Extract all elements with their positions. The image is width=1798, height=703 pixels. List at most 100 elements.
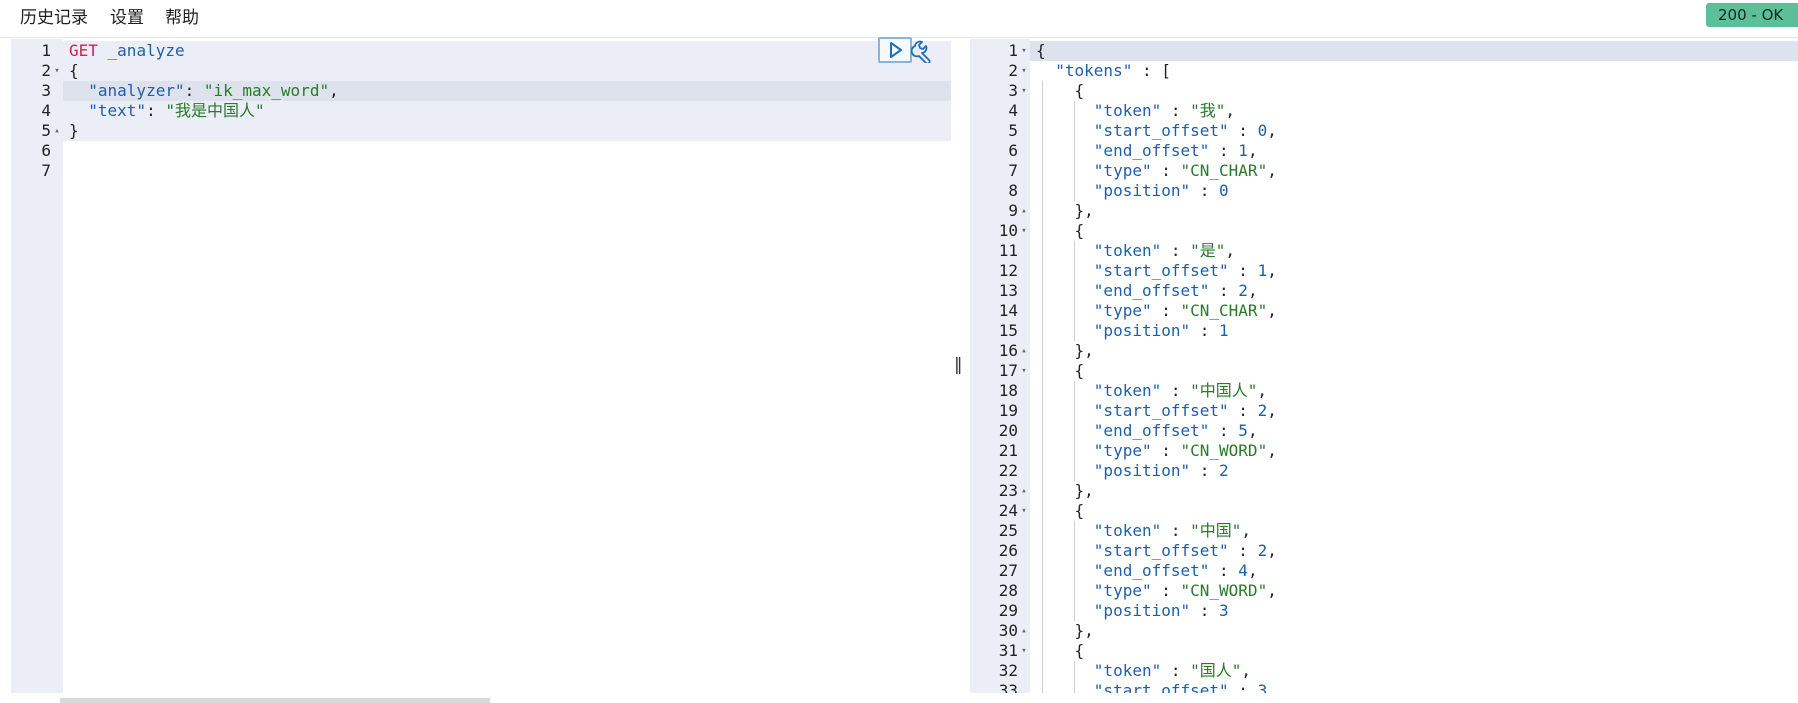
fold-toggle-icon[interactable]: ▴ bbox=[1018, 201, 1030, 221]
code-token: "text" bbox=[88, 101, 147, 120]
code-line: "tokens" : [ bbox=[1036, 61, 1798, 81]
code-line: "position" : 2 bbox=[1036, 461, 1798, 481]
fold-toggle-icon[interactable]: ▾ bbox=[1018, 81, 1030, 101]
line-number-text: 18 bbox=[998, 381, 1018, 400]
fold-toggle-icon[interactable]: ▴ bbox=[51, 121, 63, 141]
code-line: { bbox=[1036, 221, 1798, 241]
code-token: , bbox=[1267, 261, 1277, 280]
menu-help[interactable]: 帮助 bbox=[165, 5, 199, 31]
line-number-text: 23 bbox=[998, 481, 1018, 500]
line-number-text: 24 bbox=[998, 501, 1018, 520]
code-token: , bbox=[1267, 541, 1277, 560]
line-number: 12 bbox=[970, 261, 1030, 281]
line-number-text: 20 bbox=[998, 421, 1018, 440]
code-line: "type" : "CN_CHAR", bbox=[1036, 161, 1798, 181]
code-token: }, bbox=[1036, 201, 1094, 220]
code-token: "position" bbox=[1093, 601, 1191, 620]
code-token: : bbox=[1190, 461, 1220, 480]
code-token: "CN_CHAR" bbox=[1180, 301, 1268, 320]
code-token: 3 bbox=[1219, 601, 1229, 620]
code-token: : bbox=[1228, 121, 1258, 140]
line-number-text: 10 bbox=[998, 221, 1018, 240]
menu-settings[interactable]: 设置 bbox=[110, 5, 144, 31]
line-number-text: 21 bbox=[998, 441, 1018, 460]
code-line: GET _analyze bbox=[69, 41, 951, 61]
request-content[interactable]: GET _analyze{ "analyzer": "ik_max_word",… bbox=[63, 39, 951, 693]
line-number-text: 1 bbox=[1008, 41, 1018, 60]
line-number: 2 ▾ bbox=[11, 61, 63, 81]
line-number: 5 ▴ bbox=[11, 121, 63, 141]
code-token: , bbox=[1241, 521, 1252, 540]
fold-toggle-icon[interactable]: ▾ bbox=[1018, 361, 1030, 381]
line-number-text: 8 bbox=[1008, 181, 1018, 200]
code-line: "analyzer": "ik_max_word", bbox=[69, 81, 951, 101]
code-token: 1 bbox=[1219, 321, 1229, 340]
code-token: : bbox=[146, 101, 166, 120]
request-editor[interactable]: 1 2 ▾ 3 4 5 ▴ 6 7 GET _analyze{ "analyzer": "ik_… bbox=[11, 39, 951, 693]
horizontal-scrollbar[interactable] bbox=[60, 698, 490, 703]
code-token: { bbox=[1036, 41, 1046, 60]
code-token: "中国人" bbox=[1190, 381, 1258, 400]
fold-toggle-icon[interactable]: ▾ bbox=[51, 61, 63, 81]
code-token: , bbox=[1241, 661, 1252, 680]
code-token: , bbox=[1247, 561, 1258, 580]
code-token: "analyzer" bbox=[88, 81, 185, 100]
line-number-text: 12 bbox=[998, 261, 1018, 280]
code-token: 1 bbox=[1257, 261, 1268, 280]
fold-toggle-icon[interactable]: ▴ bbox=[1018, 341, 1030, 361]
code-token: , bbox=[1267, 401, 1277, 420]
code-token: : bbox=[1151, 301, 1181, 320]
run-request-button[interactable] bbox=[878, 37, 912, 63]
code-token: "token" bbox=[1093, 521, 1162, 540]
code-line: }, bbox=[1036, 201, 1798, 221]
menu-history[interactable]: 历史记录 bbox=[20, 5, 88, 31]
response-viewer[interactable]: 1 ▾ 2 ▾ 3 ▾ 4 5 6 7 8 9 ▴ 10 ▾ 11 12 13 14 15 16 ▴ 17 ▾ 18 19 20 21… bbox=[970, 39, 1798, 693]
code-token: : bbox=[1209, 141, 1239, 160]
line-number: 7 bbox=[11, 161, 63, 181]
code-line: "end_offset" : 2, bbox=[1036, 281, 1798, 301]
code-line: "type" : "CN_WORD", bbox=[1036, 441, 1798, 461]
code-token: "type" bbox=[1093, 161, 1152, 180]
line-number: 23 ▴ bbox=[970, 481, 1030, 501]
fold-toggle-icon[interactable]: ▾ bbox=[1018, 41, 1030, 61]
code-token: , bbox=[1247, 281, 1258, 300]
fold-toggle-icon[interactable]: ▾ bbox=[1018, 501, 1030, 521]
code-token: : bbox=[1161, 381, 1191, 400]
code-line: "position" : 1 bbox=[1036, 321, 1798, 341]
code-token: , bbox=[1267, 121, 1277, 140]
line-number-text: 3 bbox=[41, 81, 51, 100]
code-line: "start_offset" : 2, bbox=[1036, 541, 1798, 561]
line-number-text: 17 bbox=[998, 361, 1018, 380]
code-token: } bbox=[69, 121, 79, 140]
fold-toggle-icon[interactable]: ▾ bbox=[1018, 641, 1030, 661]
fold-toggle-icon[interactable]: ▾ bbox=[1018, 221, 1030, 241]
fold-toggle-icon[interactable]: ▴ bbox=[1018, 621, 1030, 641]
fold-toggle-icon[interactable]: ▴ bbox=[1018, 481, 1030, 501]
code-token: { bbox=[1036, 221, 1085, 240]
code-token: "我" bbox=[1190, 101, 1226, 120]
code-token: { bbox=[1036, 361, 1085, 380]
line-number: 2 ▾ bbox=[970, 61, 1030, 81]
drag-handle-icon[interactable]: ‖ bbox=[954, 355, 963, 379]
code-token: "tokens" bbox=[1055, 61, 1133, 80]
code-line: "start_offset" : 2, bbox=[1036, 401, 1798, 421]
code-token: "position" bbox=[1093, 321, 1191, 340]
line-number: 30 ▴ bbox=[970, 621, 1030, 641]
code-token: { bbox=[1036, 501, 1085, 520]
code-token: "中国" bbox=[1190, 521, 1242, 540]
fold-toggle-icon[interactable]: ▾ bbox=[1018, 61, 1030, 81]
code-token: 2 bbox=[1257, 541, 1268, 560]
wrench-settings-button[interactable] bbox=[910, 39, 935, 65]
